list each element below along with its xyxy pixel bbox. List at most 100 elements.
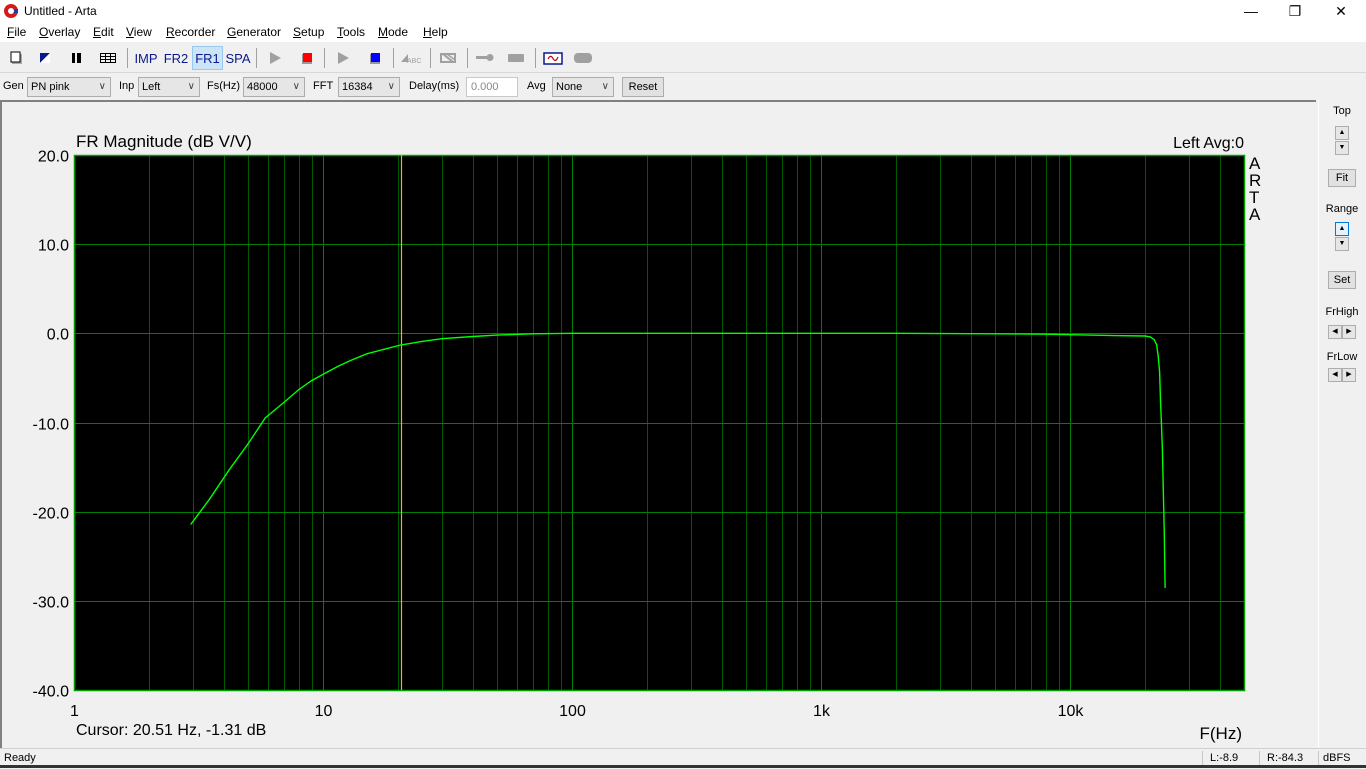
range-down-button[interactable]: ▼ [1335, 237, 1349, 251]
abc-button[interactable]: ABC [398, 46, 424, 70]
delay-label: Delay(ms) [409, 80, 460, 92]
minimize-button[interactable]: — [1228, 0, 1274, 22]
frhigh-right-button[interactable]: ▶ [1342, 325, 1356, 339]
chevron-down-icon: ∨ [292, 81, 300, 92]
menu-generator-label: enerator [236, 25, 282, 39]
fft-size-select-value: 16384 [342, 81, 373, 93]
averaging-select[interactable]: None ∨ [552, 77, 614, 97]
table-button[interactable] [97, 46, 119, 70]
plot-panel: 1 10 100 1k 10k 20.0 10.0 0.0 -10.0 -20.0 -30.0 -40… [0, 100, 1316, 748]
menu-overlay[interactable]: Overlay [39, 25, 80, 39]
menu-file[interactable]: File [7, 25, 26, 39]
data-point [1157, 355, 1159, 357]
fft-label: FFT [313, 80, 334, 92]
data-point [1045, 333, 1047, 335]
data-point [247, 443, 249, 445]
menu-setup[interactable]: Setup [293, 25, 324, 39]
input-select[interactable]: Left ∨ [138, 77, 200, 97]
bar-button[interactable] [505, 46, 527, 70]
x-tick-label: 10k [1058, 703, 1085, 720]
data-point [1162, 489, 1164, 491]
data-point [532, 333, 535, 335]
data-point [1149, 336, 1151, 338]
data-point [322, 373, 324, 375]
data-point [264, 417, 266, 419]
range-up-button[interactable]: ▲ [1335, 222, 1349, 236]
reset-button[interactable]: Reset [622, 77, 664, 97]
channel-info: Left Avg:0 [1173, 135, 1244, 152]
scope-button[interactable] [541, 46, 565, 70]
menu-tools-label: ools [343, 25, 366, 39]
arta-app-icon [4, 4, 18, 18]
toolbar-separator [393, 48, 394, 68]
set-button[interactable]: Set [1328, 271, 1356, 289]
frhigh-label: FrHigh [1325, 306, 1359, 318]
top-down-button[interactable]: ▼ [1335, 141, 1349, 155]
mode-imp-button[interactable]: IMP [132, 46, 160, 70]
chevron-down-icon: ∨ [98, 81, 106, 92]
open-button[interactable] [34, 46, 56, 70]
menu-help[interactable]: Help [423, 25, 448, 39]
toolbar: IMP FR2 FR1 SPA ABC [0, 44, 1366, 73]
menu-overlay-label: verlay [48, 25, 81, 39]
menu-recorder-label: ecorder [174, 25, 216, 39]
delay-input[interactable]: 0.000 [466, 77, 518, 97]
bar-icon [508, 54, 524, 62]
data-point [283, 401, 285, 403]
menu-generator-accel: G [227, 25, 237, 39]
left-level: L:-8.9 [1210, 752, 1239, 764]
recorder-play-button[interactable] [332, 46, 354, 70]
menu-recorder-accel: R [166, 25, 175, 39]
frlow-left-button[interactable]: ◀ [1328, 368, 1342, 382]
toolbar-separator [467, 48, 468, 68]
open-icon [40, 53, 50, 63]
mode-spa-button[interactable]: SPA [224, 46, 252, 70]
menu-mode[interactable]: Mode [378, 25, 408, 39]
x-tick-label: 100 [559, 703, 586, 720]
generator-play-button[interactable] [264, 46, 286, 70]
mode-fr1-button[interactable]: FR1 [192, 46, 223, 70]
window-title: Untitled - Arta [24, 4, 97, 18]
data-point [1153, 339, 1155, 341]
data-point [820, 332, 822, 334]
data-point [496, 334, 498, 336]
y-tick-label: -10.0 [33, 417, 70, 434]
frlow-right-button[interactable]: ▶ [1342, 368, 1356, 382]
fr-magnitude-chart[interactable]: 1 10 100 1k 10k 20.0 10.0 0.0 -10.0 -20.0 -30.0 -40… [2, 102, 1316, 748]
new-file-button[interactable] [6, 46, 28, 70]
generator-select[interactable]: PN pink ∨ [27, 77, 111, 97]
top-up-button[interactable]: ▲ [1335, 126, 1349, 140]
grid-off-icon [440, 53, 456, 63]
scope-icon [543, 52, 563, 65]
menu-view-label: iew [133, 25, 152, 39]
sample-rate-select[interactable]: 48000 ∨ [243, 77, 305, 97]
x-axis-label: F(Hz) [1200, 724, 1242, 743]
x-tick-label: 10 [315, 703, 333, 720]
fit-button[interactable]: Fit [1328, 169, 1356, 187]
data-point [400, 344, 402, 346]
chevron-down-icon: ∨ [601, 81, 609, 92]
restore-button[interactable]: ❐ [1272, 0, 1318, 22]
grid-off-button[interactable] [437, 46, 459, 70]
menu-generator[interactable]: Generator [227, 25, 281, 39]
fft-size-select[interactable]: 16384 ∨ [338, 77, 400, 97]
menu-bar: File Overlay Edit View Recorder Generato… [0, 22, 1366, 42]
frhigh-left-button[interactable]: ◀ [1328, 325, 1342, 339]
chevron-down-icon: ∨ [387, 81, 395, 92]
y-tick-label: -30.0 [33, 595, 70, 612]
table-icon [100, 53, 116, 63]
close-button[interactable]: ✕ [1318, 0, 1364, 22]
menu-tools[interactable]: Tools [337, 25, 365, 39]
pause-button[interactable] [65, 46, 87, 70]
recorder-stop-button[interactable] [364, 46, 386, 70]
generator-stop-button[interactable] [296, 46, 318, 70]
abc-icon-text: ABC [407, 58, 421, 65]
menu-edit[interactable]: Edit [93, 25, 114, 39]
new-file-icon [10, 51, 22, 64]
data-point [382, 348, 385, 350]
round-button[interactable] [572, 46, 594, 70]
menu-recorder[interactable]: Recorder [166, 25, 215, 39]
menu-view[interactable]: View [126, 25, 152, 39]
key-button[interactable] [473, 46, 497, 70]
mode-fr2-button[interactable]: FR2 [162, 46, 190, 70]
